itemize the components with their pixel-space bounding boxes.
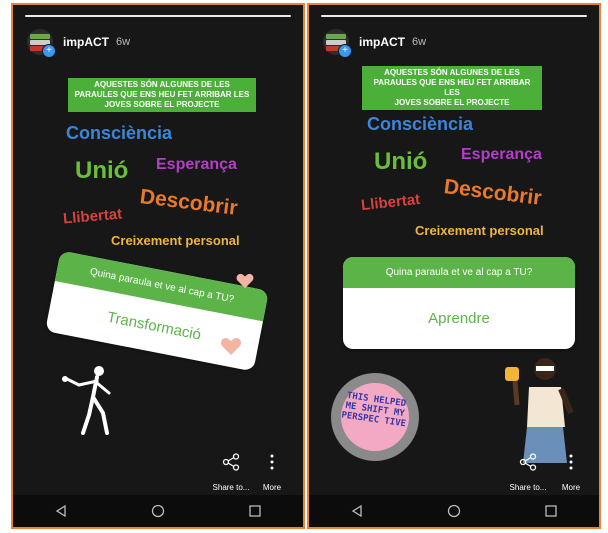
stick-figure-sticker	[62, 366, 111, 435]
android-nav-bar	[13, 495, 303, 527]
username[interactable]: impACT	[359, 35, 405, 49]
story-header[interactable]: + impACT 6w	[27, 29, 131, 58]
nav-recents-icon[interactable]	[248, 504, 262, 518]
post-time: 6w	[116, 36, 131, 48]
more-vertical-icon	[270, 454, 274, 470]
avatar[interactable]: +	[27, 29, 56, 58]
android-nav-bar	[309, 495, 599, 527]
heart-icon	[221, 338, 241, 355]
word-unio: Unió	[75, 157, 129, 184]
poll-answer[interactable]: Aprendre	[343, 288, 575, 349]
nav-back-icon[interactable]	[54, 504, 68, 518]
nav-recents-icon[interactable]	[544, 504, 558, 518]
person-sticker	[505, 358, 574, 463]
word-descobrir: Descobrir	[138, 185, 239, 220]
more-action[interactable]: More	[259, 453, 285, 492]
word-descobrir: Descobrir	[442, 175, 543, 210]
story-caption: AQUESTES SÓN ALGUNES DE LES PARAULES QUE…	[362, 66, 542, 110]
story-left: + impACT 6w AQUESTES SÓN ALGUNES DE LES …	[11, 3, 305, 529]
story-progress-bar	[321, 15, 587, 17]
more-action[interactable]: More	[558, 453, 584, 492]
word-llibertat: Llibertat	[360, 190, 421, 215]
more-vertical-icon	[569, 454, 573, 470]
sticker-text: THIS HELPED ME SHIFT MY PERSPEC TIVE	[340, 390, 407, 430]
story-caption: AQUESTES SÓN ALGUNES DE LES PARAULES QUE…	[68, 78, 256, 112]
more-label: More	[262, 483, 282, 492]
word-esperanca: Esperança	[461, 146, 542, 163]
sticker-badge: THIS HELPED ME SHIFT MY PERSPEC TIVE	[331, 373, 419, 461]
nav-home-icon[interactable]	[151, 504, 165, 518]
story-right: + impACT 6w AQUESTES SÓN ALGUNES DE LES …	[307, 3, 601, 529]
nav-home-icon[interactable]	[447, 504, 461, 518]
add-icon: +	[338, 44, 352, 58]
word-unio: Unió	[374, 148, 428, 175]
story-header[interactable]: + impACT 6w	[323, 29, 427, 58]
share-icon	[519, 453, 537, 471]
share-icon	[222, 453, 240, 471]
username[interactable]: impACT	[63, 35, 109, 49]
add-icon: +	[42, 44, 56, 58]
poll-question: Quina paraula et ve al cap a TU?	[343, 257, 575, 288]
share-label: Share to...	[212, 483, 250, 492]
nav-back-icon[interactable]	[350, 504, 364, 518]
story-progress-bar	[25, 15, 291, 17]
avatar[interactable]: +	[323, 29, 352, 58]
post-time: 6w	[412, 36, 427, 48]
share-action[interactable]: Share to...	[209, 453, 253, 492]
more-label: More	[561, 483, 581, 492]
heart-icon	[236, 273, 254, 289]
word-creixement: Creixement personal	[415, 223, 544, 238]
word-esperanca: Esperança	[156, 156, 237, 173]
word-consciencia: Consciència	[367, 114, 474, 134]
share-action[interactable]: Share to...	[506, 453, 550, 492]
word-creixement: Creixement personal	[111, 233, 240, 248]
question-sticker[interactable]: Quina paraula et ve al cap a TU? Aprendr…	[343, 257, 575, 349]
share-label: Share to...	[509, 483, 547, 492]
word-llibertat: Llibertat	[62, 205, 123, 228]
word-consciencia: Consciència	[66, 123, 173, 143]
